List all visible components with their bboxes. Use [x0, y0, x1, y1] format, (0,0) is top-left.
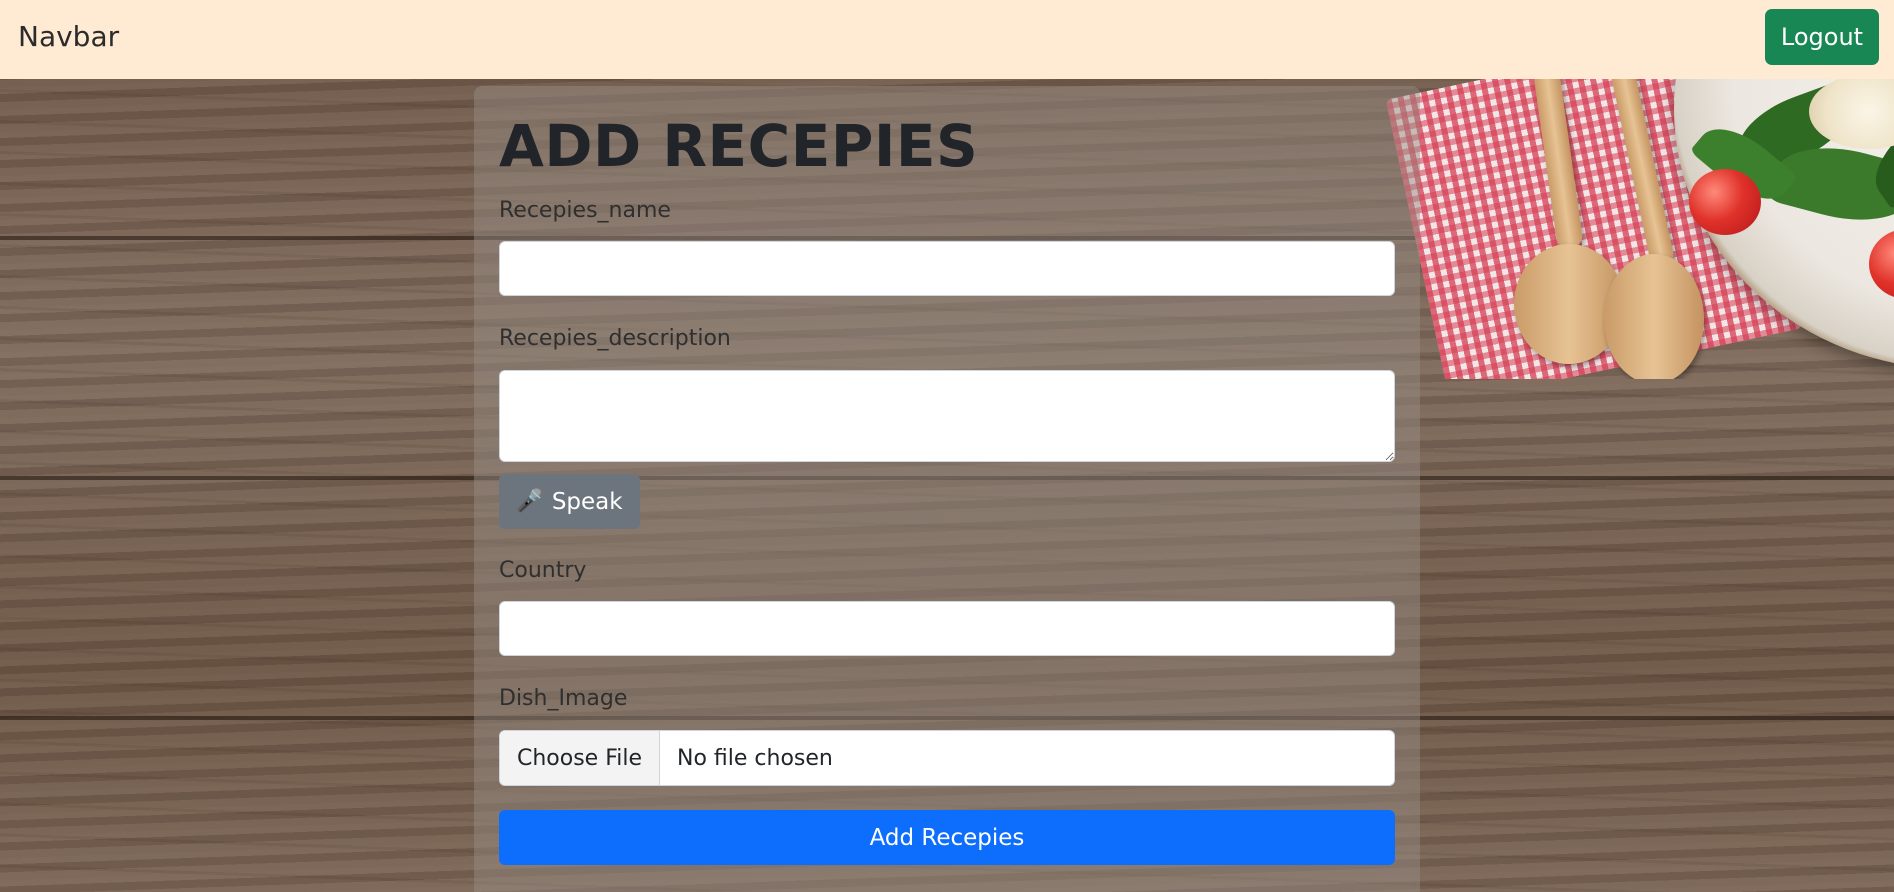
- recipe-name-input[interactable]: [499, 241, 1395, 296]
- recipe-description-label: Recepies_description: [499, 326, 731, 351]
- add-recipe-submit-button[interactable]: Add Recepies: [499, 810, 1395, 865]
- cherry-tomato: [1689, 169, 1761, 235]
- page-title: ADD RECEPIES: [499, 112, 979, 180]
- wooden-spoon-bowl: [1604, 254, 1704, 379]
- navbar-brand[interactable]: Navbar: [18, 20, 119, 53]
- speak-button-label: Speak: [551, 488, 623, 515]
- microphone-icon: 🎤: [516, 488, 544, 514]
- top-navbar: Navbar Logout: [0, 0, 1894, 79]
- dish-image-label: Dish_Image: [499, 686, 628, 711]
- add-recipe-form-card: ADD RECEPIES Recepies_name Recepies_desc…: [474, 86, 1420, 892]
- recipe-name-label: Recepies_name: [499, 198, 671, 223]
- choose-file-button[interactable]: Choose File: [500, 731, 660, 785]
- speak-button[interactable]: 🎤 Speak: [499, 474, 640, 529]
- country-label: Country: [499, 558, 587, 583]
- logout-button[interactable]: Logout: [1765, 9, 1879, 65]
- recipe-description-textarea[interactable]: [499, 370, 1395, 462]
- dish-image-file-input[interactable]: Choose File No file chosen: [499, 730, 1395, 786]
- country-input[interactable]: [499, 601, 1395, 656]
- file-status-text: No file chosen: [677, 745, 833, 771]
